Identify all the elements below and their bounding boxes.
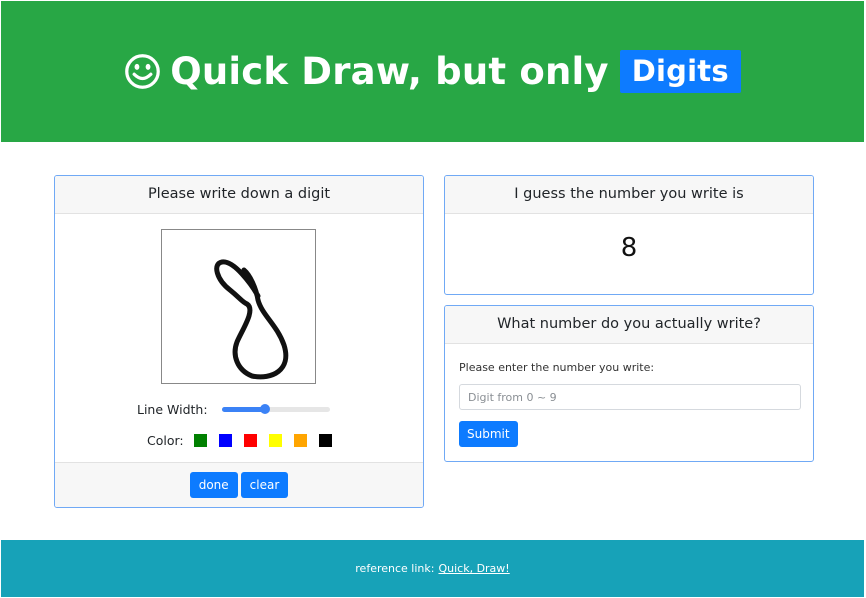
footer-text: reference link: [355,562,435,575]
color-swatches [193,434,332,447]
line-width-slider[interactable] [221,404,330,414]
digits-badge: Digits [619,50,741,93]
color-swatch-2[interactable] [218,434,232,447]
clear-button[interactable]: clear [240,472,289,498]
digit-input[interactable] [459,384,801,410]
color-swatch-4[interactable] [268,434,282,447]
answer-card: What number do you actually write? Pleas… [444,305,814,462]
draw-card-header: Please write down a digit [55,176,423,214]
draw-card: Please write down a digit Line Width: Co… [54,175,424,508]
color-row: Color: [147,433,332,448]
quick-draw-link[interactable]: Quick, Draw! [438,562,509,575]
page-title: Quick Draw, but only Digits [124,50,741,93]
line-width-slider-fill [221,407,265,412]
color-swatch-6[interactable] [318,434,332,447]
color-swatch-5[interactable] [293,434,307,447]
line-width-row: Line Width: [137,402,330,417]
line-width-slider-thumb[interactable] [259,404,270,414]
answer-card-header: What number do you actually write? [445,306,813,344]
guess-card-header: I guess the number you write is [445,176,813,214]
submit-button[interactable]: Submit [459,421,518,447]
guessed-digit: 8 [620,233,638,263]
digit-input-label: Please enter the number you write: [459,361,655,374]
page-footer: reference link: Quick, Draw! [1,540,864,597]
smiley-face-icon [125,54,161,89]
drawing-canvas[interactable] [161,229,316,384]
line-width-label: Line Width: [137,402,208,417]
page-header: Quick Draw, but only Digits [1,1,864,142]
color-label: Color: [147,433,184,448]
guess-card: I guess the number you write is 8 [444,175,814,295]
draw-card-footer: done clear [55,462,423,507]
color-swatch-3[interactable] [243,434,257,447]
handwritten-stroke [214,259,289,380]
done-button[interactable]: done [189,472,238,498]
color-swatch-1[interactable] [193,434,207,447]
title-text: Quick Draw, but only [170,50,609,93]
